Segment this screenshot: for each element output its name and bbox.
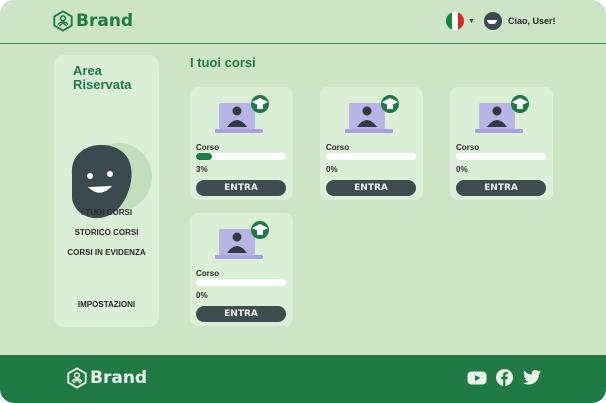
footer-brand-logo[interactable]: Brand	[66, 367, 147, 389]
brand-logo-icon	[67, 367, 87, 389]
sidebar: Area Riservata I TUOI CORSI STORICO CORS…	[54, 55, 159, 327]
progress-percent: 0%	[196, 291, 208, 300]
brand-logo[interactable]: Brand	[52, 10, 133, 32]
progress-fill	[196, 153, 213, 160]
course-name: Corso	[326, 143, 350, 152]
enter-button[interactable]: ENTRA	[326, 180, 416, 196]
language-selector[interactable]: ▼	[446, 12, 475, 30]
enter-button[interactable]: ENTRA	[196, 180, 286, 196]
twitter-icon[interactable]	[523, 370, 541, 385]
course-illustration-icon	[215, 221, 269, 259]
app-frame: Brand ▼ Ciao, User! Area Riservata I TUO…	[0, 0, 606, 403]
course-card: Corso 0% ENTRA	[190, 213, 293, 326]
course-illustration-icon	[215, 95, 269, 133]
avatar	[484, 12, 502, 30]
progress-percent: 0%	[326, 165, 338, 174]
youtube-icon[interactable]	[467, 370, 487, 386]
sidebar-item-impostazioni[interactable]: IMPOSTAZIONI	[54, 300, 159, 309]
chevron-down-icon: ▼	[468, 17, 475, 25]
course-name: Corso	[196, 269, 220, 278]
enter-button[interactable]: ENTRA	[456, 180, 546, 196]
progress-bar	[196, 153, 286, 160]
sidebar-item-i-tuoi-corsi[interactable]: I TUOI CORSI	[54, 208, 159, 217]
italy-flag-icon	[446, 12, 464, 30]
header: Brand ▼ Ciao, User!	[0, 0, 606, 44]
progress-percent: 3%	[196, 165, 208, 174]
course-illustration-icon	[345, 95, 399, 133]
progress-bar	[456, 153, 546, 160]
user-menu[interactable]: Ciao, User!	[484, 12, 556, 30]
progress-bar	[196, 279, 286, 286]
course-card: Corso 3% ENTRA	[190, 87, 293, 200]
brand-name: Brand	[76, 11, 134, 31]
course-name: Corso	[196, 143, 220, 152]
footer: Brand	[0, 355, 606, 403]
brand-logo-icon	[53, 10, 73, 32]
footer-brand-name: Brand	[90, 368, 148, 388]
course-card: Corso 0% ENTRA	[450, 87, 553, 200]
course-illustration-icon	[475, 95, 529, 133]
facebook-icon[interactable]	[496, 369, 513, 386]
sidebar-title: Area Riservata	[73, 63, 132, 92]
page-title: I tuoi corsi	[190, 55, 256, 70]
course-card: Corso 0% ENTRA	[320, 87, 423, 200]
enter-button[interactable]: ENTRA	[196, 306, 286, 322]
progress-bar	[326, 153, 416, 160]
course-name: Corso	[456, 143, 480, 152]
sidebar-item-corsi-in-evidenza[interactable]: CORSI IN EVIDENZA	[54, 248, 159, 257]
progress-percent: 0%	[456, 165, 468, 174]
user-greeting: Ciao, User!	[508, 16, 556, 26]
sidebar-item-storico-corsi[interactable]: STORICO CORSI	[54, 228, 159, 237]
